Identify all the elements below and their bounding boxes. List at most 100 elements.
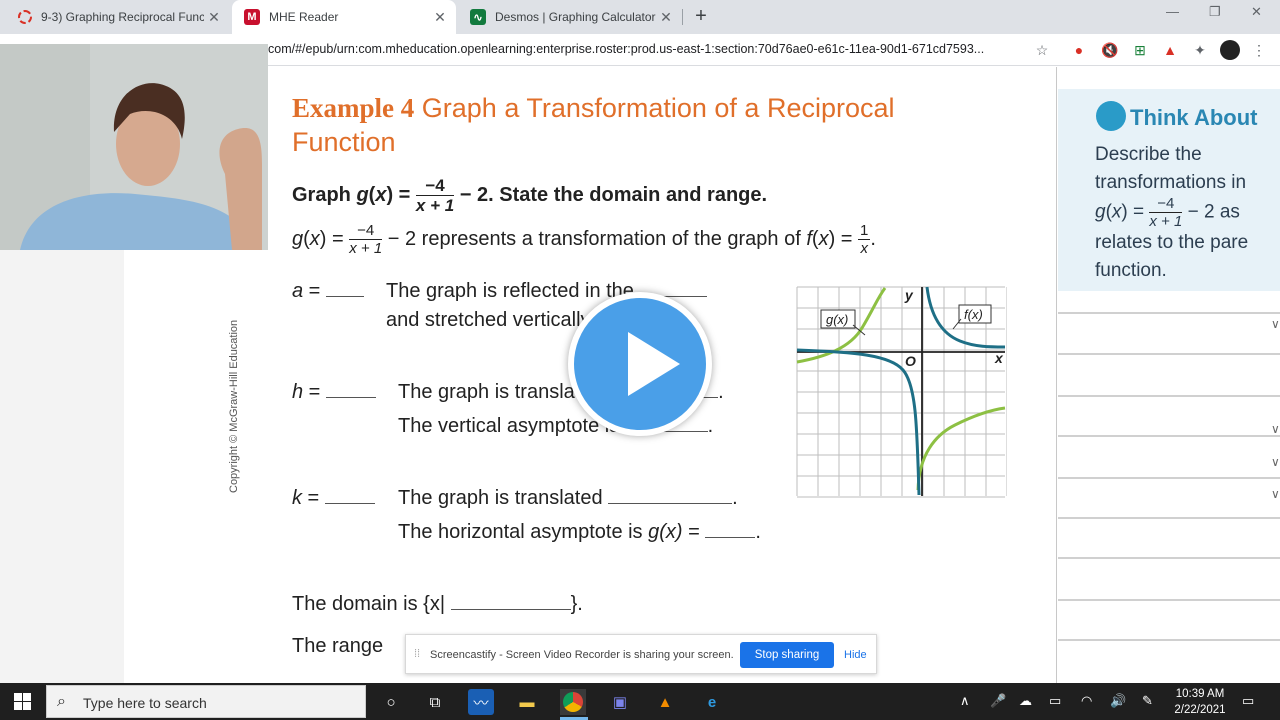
edge-icon[interactable]: e xyxy=(699,689,725,715)
note-line xyxy=(1058,395,1280,397)
range-row: The range xyxy=(292,635,384,657)
note-line xyxy=(1058,557,1280,559)
mhe-logo-icon: M xyxy=(244,9,260,25)
example-number: Example 4 xyxy=(292,93,415,123)
cloud-icon xyxy=(1096,101,1126,131)
browser-tab-strip: 9-3) Graphing Reciprocal Functio ✕ M MHE… xyxy=(0,0,1280,34)
g-label: g(x) xyxy=(826,312,848,327)
think-numerator: −4 xyxy=(1149,196,1183,213)
stop-sharing-button[interactable]: Stop sharing xyxy=(740,642,834,668)
file-explorer-icon[interactable]: ▬ xyxy=(514,689,540,715)
vlc-icon[interactable]: ▲ xyxy=(652,689,678,715)
domain-close: }. xyxy=(570,593,583,615)
close-icon[interactable]: ✕ xyxy=(656,9,676,26)
mute-tab-icon[interactable]: 🔇 xyxy=(1101,41,1119,59)
tab-title: MHE Reader xyxy=(269,10,339,24)
task-variable: x xyxy=(375,183,387,206)
parent-numerator: 1 xyxy=(858,222,871,240)
chrome-icon[interactable] xyxy=(560,689,586,715)
window-close-icon[interactable]: ✕ xyxy=(1251,4,1262,20)
y-axis-label: y xyxy=(904,287,914,303)
think-line-5: function. xyxy=(1095,259,1167,281)
cortana-icon[interactable]: ○ xyxy=(378,689,404,715)
parent-fraction: 1x xyxy=(858,222,871,256)
repr-numerator: −4 xyxy=(349,223,383,240)
k-blank[interactable] xyxy=(324,488,375,504)
a-row: a = xyxy=(292,280,364,303)
domain-blank[interactable] xyxy=(450,594,571,610)
chevron-down-icon[interactable]: ∨ xyxy=(1271,487,1280,501)
pdf-extension-icon[interactable]: ▲ xyxy=(1161,41,1179,59)
screencastify-extension-icon[interactable]: ● xyxy=(1070,41,1088,59)
restore-icon[interactable]: ❐ xyxy=(1209,4,1221,20)
f-curve-left xyxy=(796,348,921,496)
task-view-icon[interactable]: ⧉ xyxy=(422,689,448,715)
teams-icon[interactable]: ▣ xyxy=(607,689,633,715)
profile-avatar-icon[interactable] xyxy=(1220,40,1240,60)
webcam-overlay xyxy=(0,44,268,250)
f-label-pointer xyxy=(952,318,962,330)
horizontal-asymptote-blank[interactable] xyxy=(705,522,756,538)
tab-mhe-reader[interactable]: M MHE Reader ✕ xyxy=(232,0,456,34)
a-blank[interactable] xyxy=(325,281,364,297)
repr-denominator: x + 1 xyxy=(349,240,383,257)
a-text-1: The graph is reflected in the xyxy=(386,280,634,302)
k-translate-blank[interactable] xyxy=(608,488,733,504)
whiteboard-app-icon[interactable]: 〰 xyxy=(468,689,494,715)
chevron-down-icon[interactable]: ∨ xyxy=(1271,455,1280,469)
think-line-1: Describe the xyxy=(1095,144,1202,165)
think-line-3: g(x) = −4 x + 1 − 2 as xyxy=(1095,195,1240,230)
search-icon: ⌕ xyxy=(57,693,66,710)
task-prefix: Graph xyxy=(292,183,357,206)
pen-icon[interactable]: ✎ xyxy=(1142,693,1153,709)
g-curve-right xyxy=(916,406,1006,491)
battery-icon[interactable]: ▭ xyxy=(1049,693,1061,709)
h-text-2: The vertical asymptote is xyxy=(398,415,620,437)
note-line xyxy=(1058,639,1280,641)
volume-icon[interactable]: 🔊 xyxy=(1110,693,1126,709)
task-denominator: x + 1 xyxy=(415,196,455,215)
f-label: f(x) xyxy=(964,307,983,322)
taskbar-search[interactable]: ⌕ Type here to search xyxy=(46,685,366,718)
play-button[interactable] xyxy=(568,292,712,436)
think-about-body: Describe the transformations in g(x) = −… xyxy=(1095,141,1280,284)
screenshot-extension-icon[interactable]: ⊞ xyxy=(1131,41,1149,59)
tray-expand-icon[interactable]: ∧ xyxy=(960,693,970,709)
k-row: k = xyxy=(292,487,375,510)
close-icon[interactable]: ✕ xyxy=(204,9,224,26)
clock-date: 2/22/2021 xyxy=(1174,704,1226,716)
url-field[interactable]: com/#/epub/urn:com.mheducation.openlearn… xyxy=(268,42,984,56)
drag-handle-icon[interactable]: ⁞⁞ xyxy=(414,648,420,660)
task-suffix: − 2. State the domain and range. xyxy=(454,183,768,206)
chevron-down-icon[interactable]: ∨ xyxy=(1271,422,1280,436)
chevron-down-icon[interactable]: ∨ xyxy=(1271,317,1280,331)
notifications-icon[interactable]: ▭ xyxy=(1242,693,1254,709)
tab-separator xyxy=(682,9,683,25)
windows-start-icon[interactable] xyxy=(14,693,31,710)
minimize-icon[interactable]: — xyxy=(1166,4,1179,19)
origin-label: O xyxy=(905,353,916,369)
browser-menu-icon[interactable]: ⋮ xyxy=(1250,41,1268,59)
reciprocal-graph: g(x) f(x) x y O xyxy=(796,286,1007,498)
task-fraction: −4 x + 1 xyxy=(415,177,455,215)
onedrive-icon[interactable]: ☁ xyxy=(1019,693,1032,709)
tab-desmos[interactable]: ∿ Desmos | Graphing Calculator ✕ xyxy=(458,0,682,34)
taskbar-clock[interactable]: 10:39 AM 2/22/2021 xyxy=(1168,686,1232,718)
h-blank[interactable] xyxy=(325,382,376,398)
k-text-2: The horizontal asymptote is xyxy=(398,521,643,543)
extensions-puzzle-icon[interactable]: ✦ xyxy=(1191,41,1209,59)
play-icon xyxy=(628,332,680,396)
x-axis-label: x xyxy=(994,350,1004,366)
screencastify-bar: ⁞⁞ Screencastify - Screen Video Recorder… xyxy=(405,634,877,674)
close-icon[interactable]: ✕ xyxy=(430,9,450,26)
tab-title: Desmos | Graphing Calculator xyxy=(495,10,656,24)
new-tab-button[interactable]: + xyxy=(690,5,712,27)
search-placeholder: Type here to search xyxy=(83,695,207,711)
k-label: k xyxy=(292,487,302,509)
tab-graphing-reciprocal[interactable]: 9-3) Graphing Reciprocal Functio ✕ xyxy=(6,0,230,34)
bookmark-star-icon[interactable]: ☆ xyxy=(1033,41,1051,59)
hide-button[interactable]: Hide xyxy=(844,649,867,661)
wifi-icon[interactable]: ◠ xyxy=(1081,693,1092,709)
microphone-icon[interactable]: 🎤 xyxy=(990,693,1006,709)
note-line xyxy=(1058,353,1280,355)
